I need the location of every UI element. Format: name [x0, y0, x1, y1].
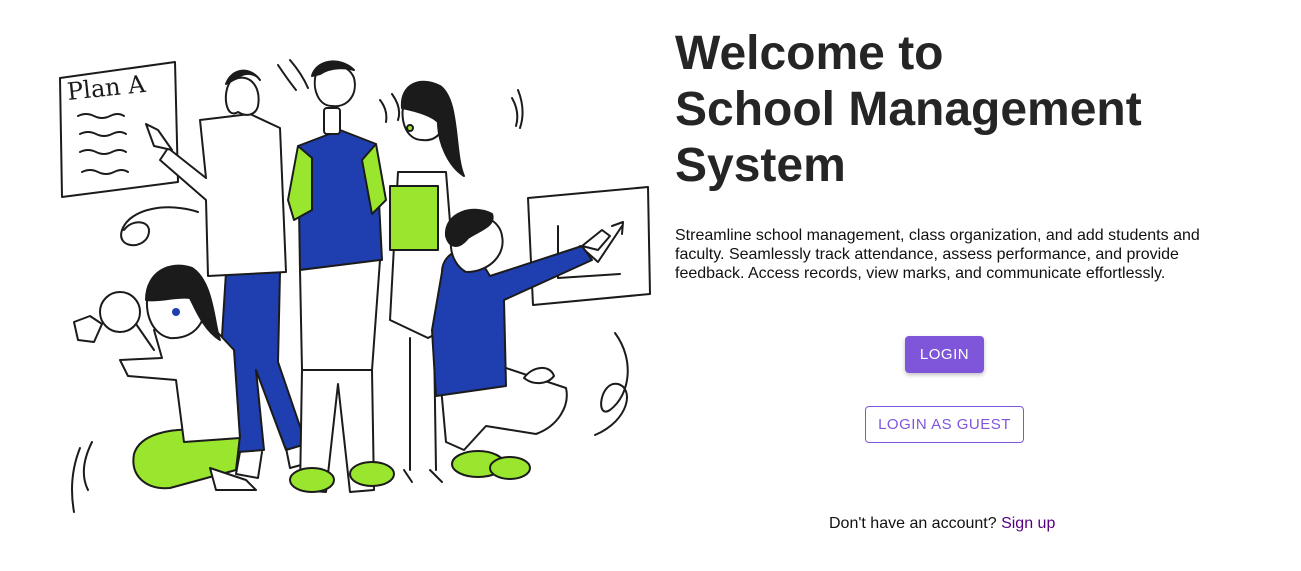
motion-lines-bottom	[71, 441, 93, 513]
login-button[interactable]: LOGIN	[905, 336, 984, 373]
title-line-3: System	[675, 139, 846, 192]
person-kneeling	[431, 208, 611, 480]
hero-content: Welcome to School Management System Stre…	[675, 26, 1235, 283]
page-title: Welcome to School Management System	[675, 26, 1235, 194]
title-line-1: Welcome to	[675, 27, 944, 80]
swirl-right	[594, 332, 629, 436]
login-as-guest-button[interactable]: LOGIN AS GUEST	[865, 406, 1024, 443]
plan-board: Plan A	[59, 61, 179, 198]
hero-description: Streamline school management, class orga…	[675, 227, 1200, 282]
signup-prompt-text: Don't have an account?	[829, 515, 997, 532]
signup-prompt: Don't have an account? Sign up	[829, 515, 1055, 533]
signup-link[interactable]: Sign up	[1001, 515, 1055, 532]
hero-illustration: Plan A	[59, 59, 651, 513]
swirl-left	[120, 206, 199, 246]
title-line-2: School Management	[675, 83, 1142, 136]
person-phone	[287, 60, 395, 493]
